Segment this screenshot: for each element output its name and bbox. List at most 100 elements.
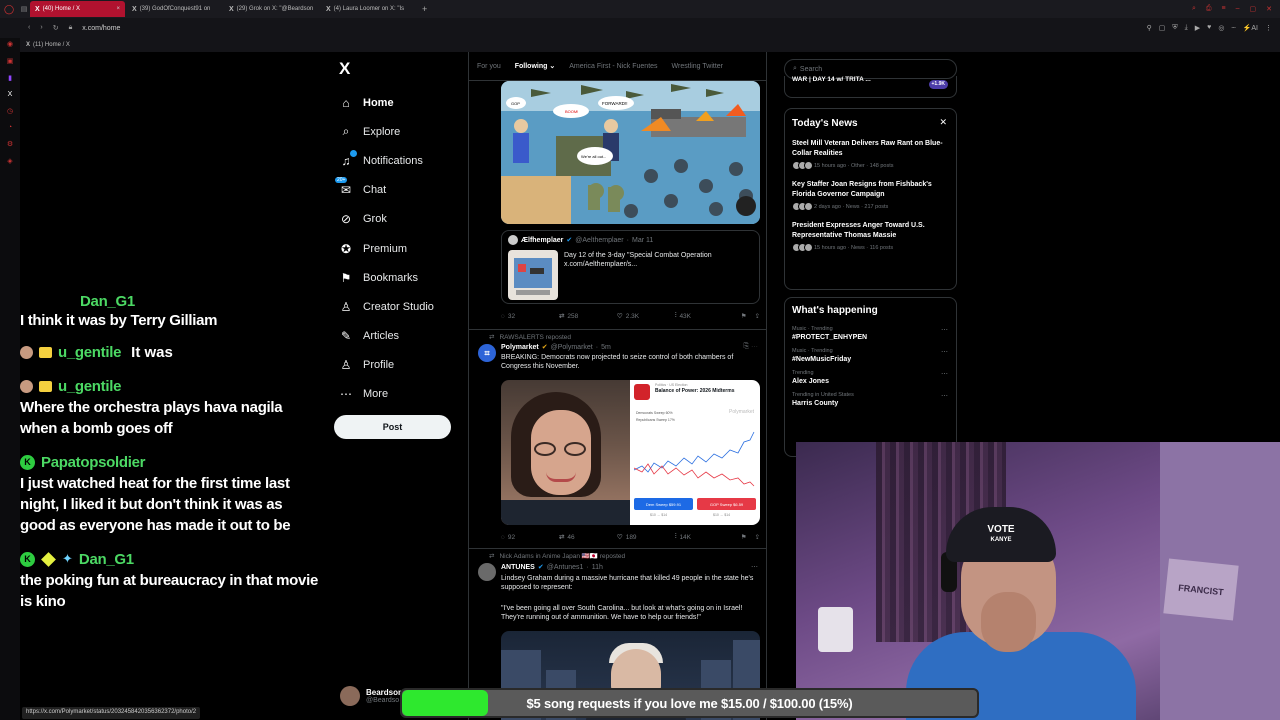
forward-icon[interactable]: › (40, 24, 42, 32)
trend-item[interactable]: Trending Alex Jones ⋯ (785, 370, 956, 385)
more-icon[interactable]: ⋯ (941, 326, 948, 334)
reload-icon[interactable]: ↻ (53, 24, 59, 32)
post-media-grid[interactable]: Politics · US Election Balance of Power:… (501, 380, 760, 525)
trend-item[interactable]: Music · Trending #NewMusicFriday ⋯ (785, 348, 956, 363)
avatar[interactable] (478, 563, 496, 581)
nav-more[interactable]: ⋯ More (338, 380, 434, 409)
x-sidebar-icon[interactable]: X (8, 91, 13, 98)
views-button[interactable]: ⫶ 14K (675, 533, 733, 541)
share-button[interactable]: ⇪ (755, 312, 760, 320)
nav-creator-studio[interactable]: ♙ Creator Studio (338, 292, 434, 321)
avatar (508, 235, 518, 245)
chat-message: I think it was by Terry Gilliam (20, 312, 218, 329)
download-icon[interactable]: ⤓ (1185, 24, 1188, 32)
live-trend-card[interactable]: WAR | DAY 14 w/ TRITA ... +1.9K (784, 76, 957, 98)
post-more-button[interactable]: ⋯ (751, 563, 758, 571)
close-icon[interactable]: ✕ (939, 117, 947, 128)
gem-badge-icon (41, 551, 56, 567)
quoted-post[interactable]: Ælfhemplaer ✔ @Aelthemplaer · Mar 11 Day… (501, 230, 760, 304)
close-window-icon[interactable]: ✕ (1266, 5, 1272, 13)
news-item[interactable]: President Expresses Anger Toward U.S. Re… (785, 221, 956, 252)
polymarket-chart-image[interactable]: Politics · US Election Balance of Power:… (630, 380, 760, 525)
tab-following[interactable]: Following ⌄ (515, 62, 556, 70)
tab-america-first[interactable]: America First - Nick Fuentes (569, 63, 657, 70)
history-icon[interactable]: ◷ (7, 107, 13, 115)
heart-icon[interactable]: ♥ (1207, 24, 1211, 32)
timeline-tabs: For you Following ⌄ America First - Nick… (469, 52, 766, 81)
post-more-button[interactable]: ⎘ ⋯ (743, 343, 758, 351)
avatar[interactable]: ⌗ (478, 344, 496, 362)
opera-logo-icon[interactable]: ◯ (0, 4, 18, 15)
search-tabs-icon[interactable]: ⌕ (1192, 5, 1196, 13)
settings-icon[interactable]: ⚙ (7, 140, 13, 148)
cap: VOTE KANYE (946, 507, 1056, 562)
ai-icon[interactable]: ⚡AI (1243, 24, 1258, 32)
pinboard-icon[interactable]: ◈ (7, 157, 12, 165)
more-icon[interactable]: ⋯ (941, 370, 948, 378)
like-button[interactable]: ♡ 2.3K (617, 312, 675, 321)
nav-notifications[interactable]: ♫ Notifications (338, 146, 434, 175)
share-button[interactable]: ⇪ (755, 533, 760, 541)
post-actions: ◌ 92 ⇄ 46 ♡ 189 ⫶ 14K ⚑ ⇪ (501, 533, 760, 541)
clock-icon[interactable]: ◔ (8, 124, 12, 131)
nav-chat[interactable]: ✉ 20+ Chat (335, 176, 434, 205)
minimize-icon[interactable]: – (1236, 5, 1240, 13)
tab-wrestling-twitter[interactable]: Wrestling Twitter (672, 63, 723, 70)
extension-icon[interactable]: ◎ (1218, 24, 1224, 32)
bookmark-home[interactable]: (11) Home / X (33, 42, 70, 48)
messenger-icon[interactable]: ◉ (7, 40, 13, 48)
more-icon[interactable]: ⋯ (941, 392, 948, 400)
shield-icon[interactable]: ⛨ (1172, 24, 1177, 32)
trend-item[interactable]: Trending in United States Harris County … (785, 392, 956, 407)
repost-button[interactable]: ⇄ 46 (559, 533, 617, 542)
nav-profile[interactable]: ♙ Profile (338, 351, 434, 380)
reply-button[interactable]: ◌ 32 (501, 313, 559, 320)
tab-manager-icon[interactable]: ▤ (18, 5, 30, 13)
views-button[interactable]: ⫶ 43K (675, 312, 733, 320)
pin-icon[interactable]: ⚲ (1147, 24, 1152, 32)
x-home-logo[interactable]: X (339, 59, 350, 79)
browser-tab-godofconquest[interactable]: X (39) GodOfConquest91 on (127, 1, 222, 17)
menu-dots-icon[interactable]: ⋮ (1265, 24, 1272, 32)
snapshot-icon[interactable]: ⎙ (1206, 5, 1212, 13)
avatar-stack (792, 161, 813, 170)
like-button[interactable]: ♡ 189 (617, 533, 675, 542)
bookmark-button[interactable]: ⚑ (741, 312, 747, 320)
close-tab-icon[interactable]: × (116, 6, 120, 12)
nav-premium[interactable]: ✪ Premium (338, 234, 434, 263)
new-tab-button[interactable]: + (422, 4, 427, 14)
menu-icon[interactable]: ≡ (1222, 5, 1226, 13)
account-switcher[interactable]: Beardson @Beardso (340, 686, 403, 706)
post-image-cartoon[interactable]: BOOM! GOP FORWARD!! We're all out... (501, 81, 760, 224)
tab-for-you[interactable]: For you (477, 63, 501, 70)
tab-islands-icon[interactable]: ▣ (7, 57, 14, 65)
reply-button[interactable]: ◌ 92 (501, 534, 559, 541)
x-primary-nav: ⌂ Home ⌕ Explore ♫ Notifications ✉ 20+ Ch… (335, 88, 434, 409)
bookmark-button[interactable]: ⚑ (741, 533, 747, 541)
browser-tab-home[interactable]: X (40) Home / X × (30, 1, 125, 17)
browser-tab-loomer[interactable]: X (4) Laura Loomer on X: "Is (321, 1, 416, 17)
post-actions: ◌ 32 ⇄ 258 ♡ 2.3K ⫶ 43K ⚑ ⇪ (501, 312, 760, 320)
x-logo-icon: X (35, 5, 40, 13)
nav-articles[interactable]: ✎ Articles (338, 322, 434, 351)
post-photo[interactable] (501, 380, 630, 525)
play-icon[interactable]: ▶ (1195, 24, 1200, 32)
browser-tab-grok[interactable]: X (29) Grok on X: "@Beardson (224, 1, 319, 17)
nav-home[interactable]: ⌂ Home (338, 88, 434, 117)
nav-bookmarks[interactable]: ⚑ Bookmarks (338, 263, 434, 292)
nav-explore[interactable]: ⌕ Explore (338, 117, 434, 146)
repost-button[interactable]: ⇄ 258 (559, 312, 617, 321)
url-field[interactable]: x.com/home (82, 25, 120, 32)
post-button[interactable]: Post (334, 415, 451, 439)
nav-grok[interactable]: ⊘ Grok (338, 205, 434, 234)
news-item[interactable]: Steel Mill Veteran Delivers Raw Rant on … (785, 139, 956, 170)
tab-icon[interactable]: ▢ (1159, 24, 1166, 32)
news-item[interactable]: Key Staffer Joan Resigns from Fishback's… (785, 180, 956, 211)
back-icon[interactable]: ‹ (28, 24, 30, 32)
maximize-icon[interactable]: ▢ (1250, 5, 1257, 13)
home-timeline[interactable]: For you Following ⌄ America First - Nick… (468, 52, 767, 720)
articles-icon: ✎ (340, 329, 352, 344)
twitch-icon[interactable]: ▮ (8, 74, 12, 82)
more-icon[interactable]: ⋯ (941, 348, 948, 356)
trend-item[interactable]: Music · Trending #PROTECT_ENHYPEN ⋯ (785, 326, 956, 341)
